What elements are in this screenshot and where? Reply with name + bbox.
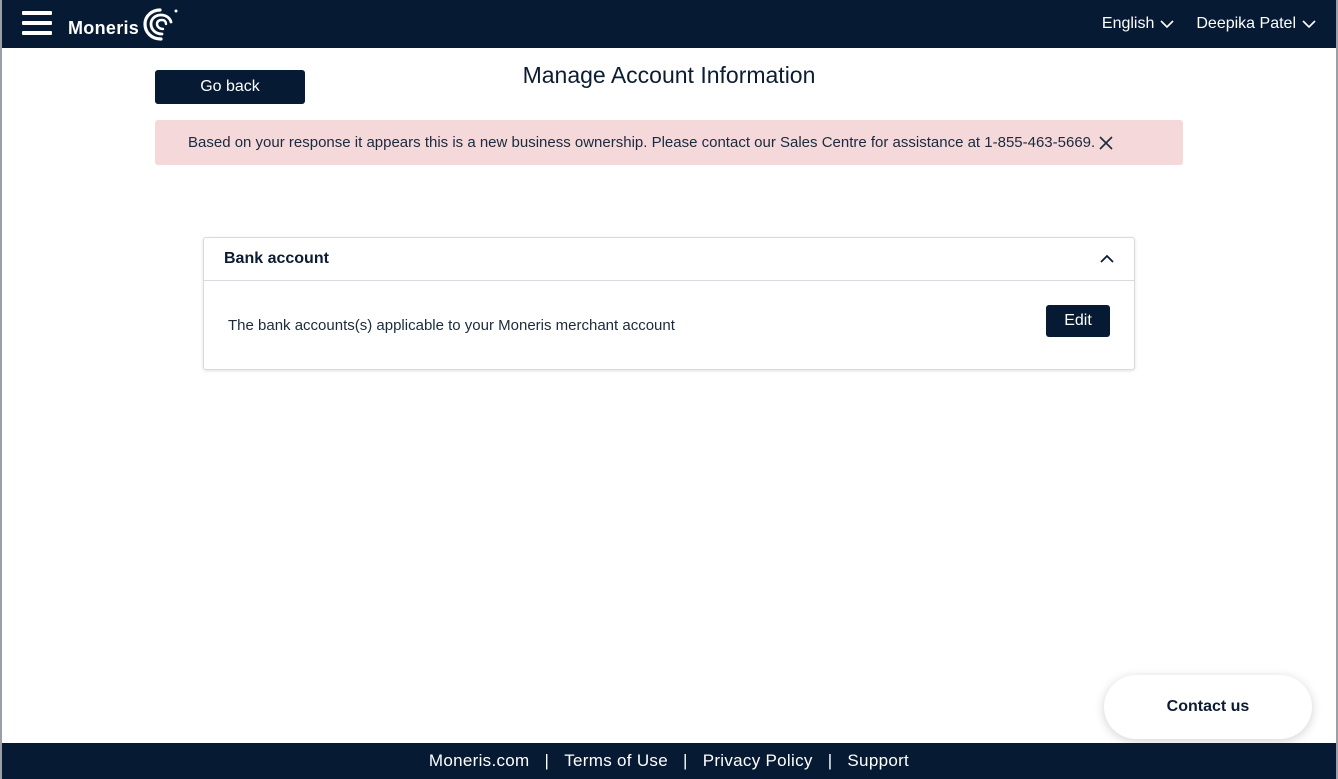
close-icon[interactable] xyxy=(1097,134,1115,152)
footer-separator: | xyxy=(827,751,833,770)
footer-link-terms[interactable]: Terms of Use xyxy=(564,751,668,771)
contact-us-button[interactable]: Contact us xyxy=(1104,675,1312,739)
chevron-down-icon xyxy=(1160,20,1174,29)
footer-link-moneris[interactable]: Moneris.com xyxy=(429,751,530,771)
bank-account-card: Bank account The bank accounts(s) applic… xyxy=(203,237,1135,370)
user-dropdown[interactable]: Deepika Patel xyxy=(1196,15,1316,33)
user-name: Deepika Patel xyxy=(1196,15,1296,32)
brand-name: Moneris xyxy=(68,18,140,38)
moneris-swirl-icon xyxy=(143,8,178,41)
hamburger-menu-icon[interactable] xyxy=(22,11,52,37)
footer-separator: | xyxy=(544,751,550,770)
card-title: Bank account xyxy=(224,250,329,267)
bank-account-accordion-header[interactable]: Bank account xyxy=(204,238,1134,281)
footer-link-support[interactable]: Support xyxy=(847,751,909,771)
footer: Moneris.com | Terms of Use | Privacy Pol… xyxy=(2,743,1336,779)
contact-us-label: Contact us xyxy=(1166,698,1250,715)
card-description: The bank accounts(s) applicable to your … xyxy=(228,316,675,334)
alert-banner: Based on your response it appears this i… xyxy=(155,120,1183,165)
alert-message: Based on your response it appears this i… xyxy=(188,134,1096,151)
bank-account-card-body: The bank accounts(s) applicable to your … xyxy=(204,281,1134,369)
top-navigation-bar: Moneris English Deepika Patel xyxy=(2,0,1336,48)
chevron-down-icon xyxy=(1302,20,1316,29)
footer-link-privacy[interactable]: Privacy Policy xyxy=(703,751,813,771)
edit-button[interactable]: Edit xyxy=(1046,305,1110,337)
chevron-up-icon xyxy=(1100,254,1114,263)
language-dropdown[interactable]: English xyxy=(1102,15,1174,33)
language-label: English xyxy=(1101,15,1155,32)
page-title: Manage Account Information xyxy=(522,62,816,88)
moneris-logo[interactable]: Moneris xyxy=(68,5,181,43)
footer-separator: | xyxy=(682,751,688,770)
